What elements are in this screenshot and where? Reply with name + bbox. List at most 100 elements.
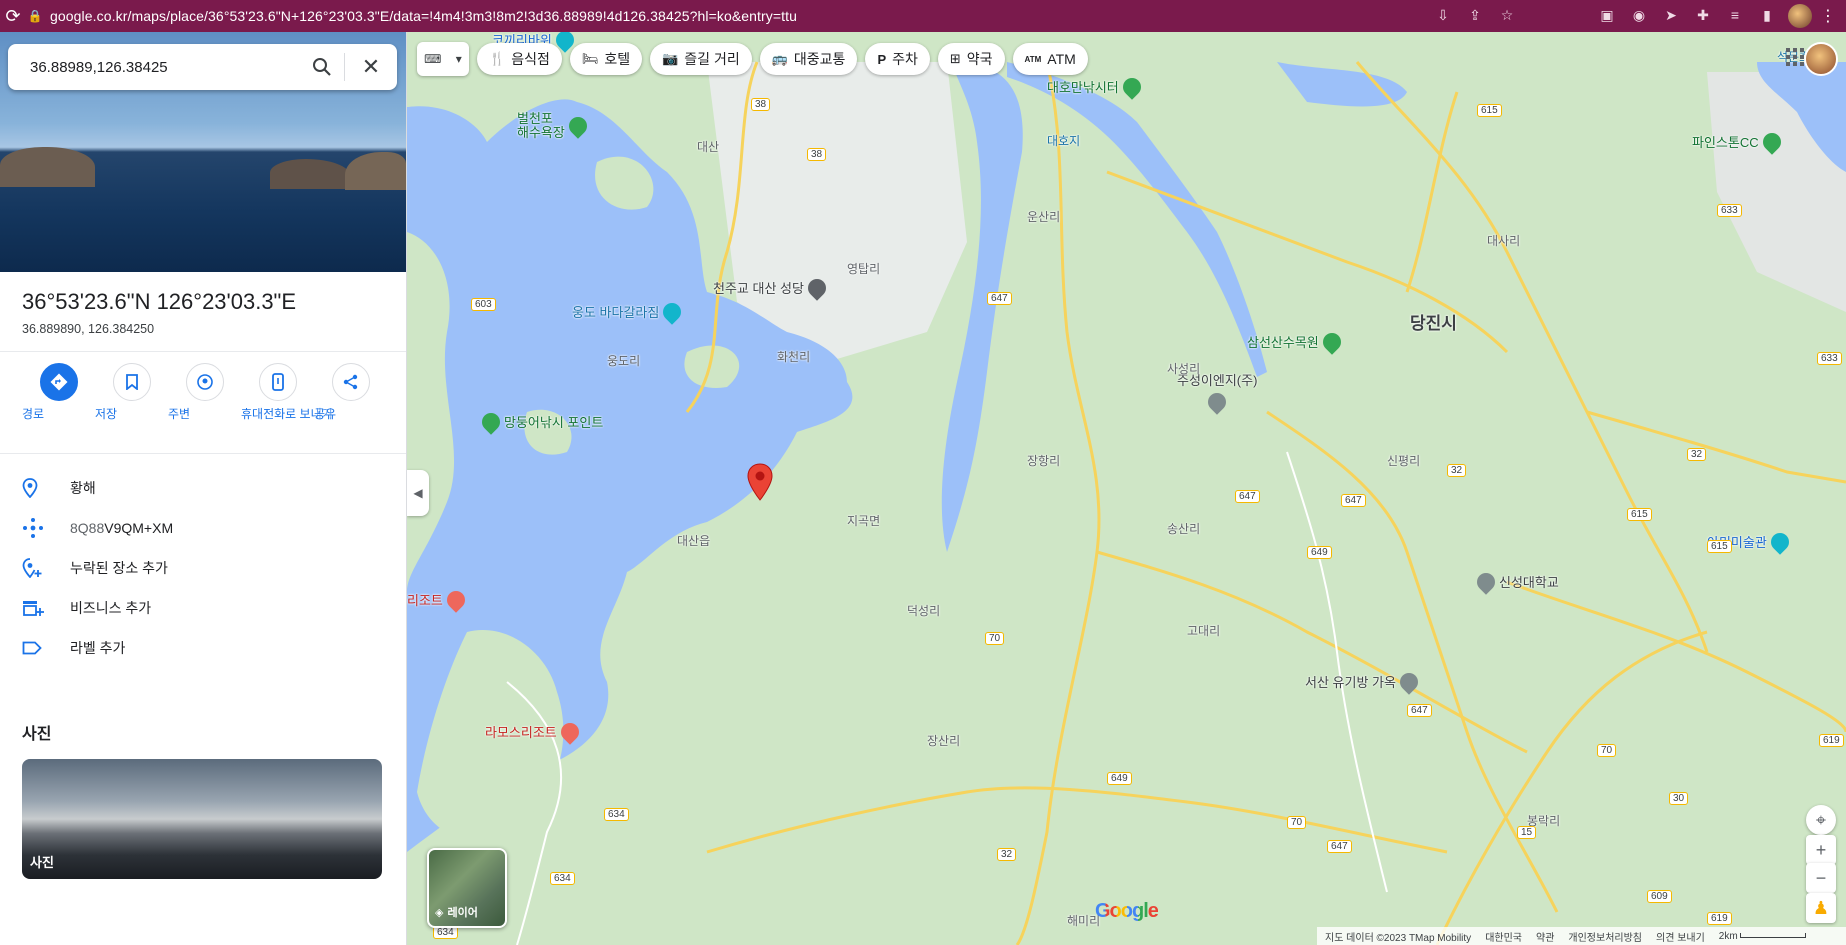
add-missing-place-text: 누락된 장소 추가 [70,560,168,576]
route-shield: 615 [1477,104,1502,117]
place-coordinates: 36.889890, 126.384250 [22,322,155,336]
reload-icon[interactable]: ⟳ [0,6,26,27]
extension-cursor-icon[interactable]: ➤ [1662,6,1680,24]
place-panel: ✕ 36°53'23.6"N 126°23'03.3"E 36.889890, … [0,32,407,945]
chip-hotels[interactable]: 🛏 호텔 [569,43,643,75]
poi-catholic-church[interactable]: 천주교 대산 성당 [713,274,830,301]
chip-things-to-do[interactable]: 📷 즐길 거리 [650,43,752,75]
search-input[interactable] [28,57,300,77]
map-data-credit[interactable]: 지도 데이터 ©2023 TMap Mobility [1325,929,1471,944]
route-shield: 603 [471,298,496,311]
layers-button[interactable]: ◈ 레이어 [427,848,507,928]
add-business-row[interactable]: 비즈니스 추가 [22,588,392,628]
chip-pharmacy[interactable]: ⊞ 약국 [937,43,1005,75]
share-icon[interactable]: ⇪ [1466,6,1484,24]
poi-daeho-fishing[interactable]: 대호만낚시터 [1047,73,1145,100]
chip-label: 호텔 [604,51,631,67]
flower-icon [1319,328,1345,355]
divider [0,453,406,454]
save-button[interactable]: 저장 [95,363,168,421]
terms-link[interactable]: 약관 [1536,929,1554,944]
reading-list-icon[interactable]: ≡ [1726,6,1744,24]
search-icon[interactable] [300,44,344,90]
chip-parking[interactable]: P 주차 [865,43,930,75]
chip-transit[interactable]: 🚌 대중교통 [759,43,858,75]
scale-indicator[interactable]: 2km [1719,931,1807,942]
location-pin-icon [22,478,70,498]
zoom-in-button[interactable]: + [1806,835,1836,865]
poi-ongdo[interactable]: 웅도 바다갈라짐 [572,298,686,325]
pharmacy-icon: ⊞ [949,51,961,66]
keyboard-button[interactable]: ⌨ ▾ [417,42,469,76]
route-shield: 38 [751,98,771,111]
sidebar-icon[interactable]: ▮ [1758,6,1776,24]
tree-icon [478,408,504,435]
install-icon[interactable]: ⇩ [1434,6,1452,24]
route-shield: 634 [604,808,629,821]
puzzle-icon[interactable]: ✚ [1694,6,1712,24]
poi-resort[interactable]: 리조트 [407,586,469,613]
lock-icon[interactable]: 🔒 [26,9,44,23]
extension-circle-icon[interactable]: ◉ [1630,6,1648,24]
plus-code-prefix: 8Q88 [70,520,105,536]
poi-beolcheon[interactable]: 벌천포 해수욕장 [517,112,591,140]
add-location-icon [22,558,70,578]
extension-pdf-icon[interactable]: ▣ [1598,6,1616,24]
chevron-down-icon: ▾ [455,52,462,66]
profile-avatar[interactable] [1788,4,1812,28]
chip-restaurants[interactable]: 🍴 음식점 [477,43,562,75]
plus-code-suffix: V9QM+XM [104,520,174,536]
send-to-phone-button[interactable]: 휴대전화로 보내기 [241,363,333,421]
directions-button[interactable]: 경로 [22,363,95,421]
add-missing-place-row[interactable]: 누락된 장소 추가 [22,548,392,588]
account-avatar[interactable] [1804,42,1838,76]
privacy-link[interactable]: 개인정보처리방침 [1568,929,1642,944]
layers-icon: ◈ [435,906,444,919]
layers-label-wrap: ◈ 레이어 [435,904,478,920]
poi-mangdong[interactable]: 망둥어낚시 포인트 [478,408,603,435]
bus-icon: 🚌 [771,51,788,66]
route-shield: 615 [1627,508,1652,521]
zoom-out-button[interactable]: − [1806,863,1836,893]
label-icon [22,641,70,655]
chip-atm[interactable]: ATM ATM [1012,43,1088,75]
menu-kebab-icon[interactable]: ⋮ [1820,6,1836,26]
nearby-button[interactable]: 주변 [168,363,241,421]
hotel-icon [557,718,583,745]
poi-sinseong[interactable]: 신성대학교 [1473,568,1559,595]
share-button[interactable]: 공유 [314,363,387,421]
chip-label: 약국 [966,51,993,67]
collapse-panel-button[interactable]: ◀ [407,470,429,516]
close-icon[interactable]: ✕ [345,44,397,90]
poi-samseon[interactable]: 삼선산수목원 [1247,328,1345,355]
poi-ramos[interactable]: 라모스리조트 [485,718,583,745]
place-title: 36°53'23.6"N 126°23'03.3"E [22,289,297,314]
add-label-row[interactable]: 라벨 추가 [22,628,392,668]
poi-pinestone[interactable]: 파인스톤CC [1692,128,1785,155]
nearby-icon [185,363,224,401]
region-row[interactable]: 황해 [22,468,392,508]
region-text: 황해 [70,480,96,496]
address-bar[interactable]: google.co.kr/maps/place/36°53'23.6"N+126… [50,8,797,24]
route-shield: 30 [1669,792,1689,805]
map-canvas[interactable]: 당진시 천주교 대산 성당 웅도 바다갈라짐 망둥어낚시 포인트 벌천포 해수욕장… [407,32,1846,945]
town-label: 덕성리 [907,604,941,618]
water-label: 대호지 [1047,134,1081,148]
bookmark-star-icon[interactable]: ☆ [1498,6,1516,24]
poi-seosan-house[interactable]: 서산 유기방 가옥 [1305,668,1422,695]
dropped-pin-icon[interactable] [747,463,773,501]
add-label-text: 라벨 추가 [70,640,126,656]
route-shield: 619 [1819,734,1844,747]
church-icon [804,274,830,301]
country-link[interactable]: 대한민국 [1485,929,1522,944]
photo-thumbnail[interactable]: 사진 [22,759,382,879]
plus-code-row[interactable]: 8Q88 V9QM+XM [22,508,392,548]
feedback-link[interactable]: 의견 보내기 [1656,929,1705,944]
apps-grid-icon[interactable] [1786,48,1804,66]
keyboard-icon: ⌨ [424,52,442,66]
street-view-button[interactable]: ♟ [1806,893,1836,923]
route-shield: 15 [1517,826,1537,839]
town-label: 신평리 [1387,454,1421,468]
search-box: ✕ [8,44,397,90]
my-location-button[interactable]: ⌖ [1806,805,1836,835]
